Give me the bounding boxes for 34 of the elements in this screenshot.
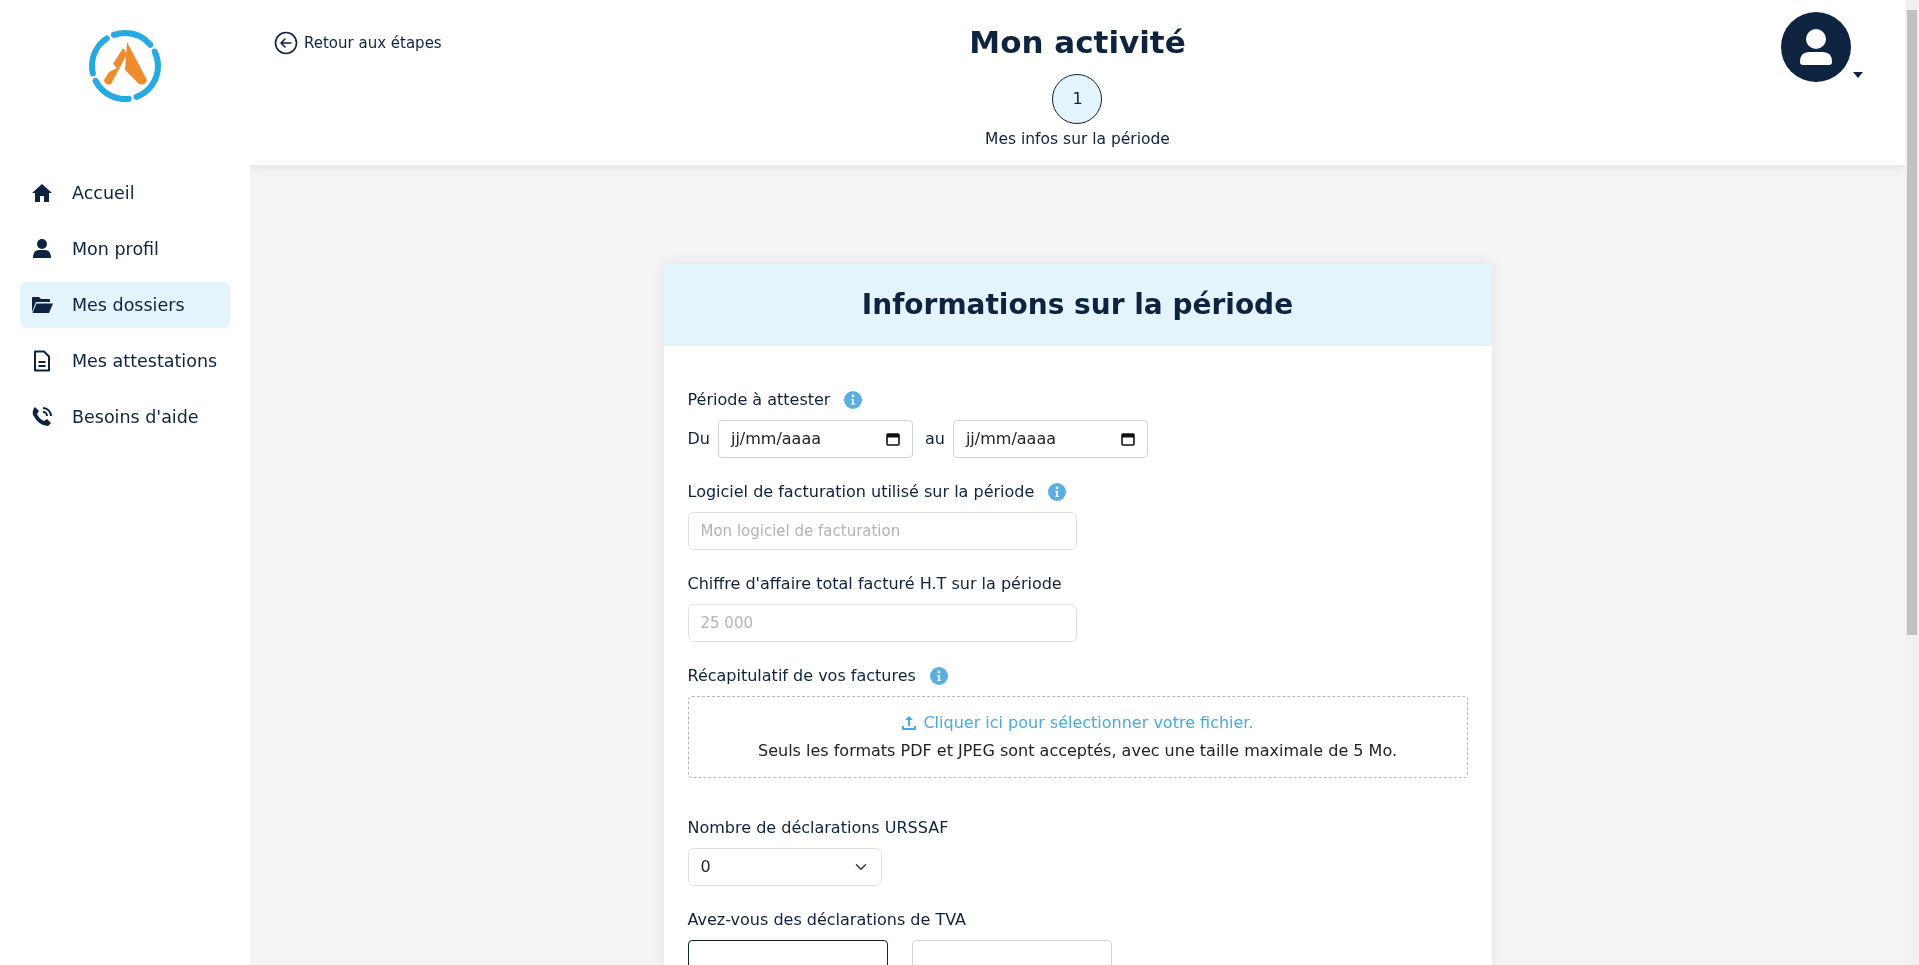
user-icon bbox=[30, 237, 54, 261]
field-label: Nombre de déclarations URSSAF bbox=[687, 817, 949, 839]
caret-icon[interactable] bbox=[1853, 72, 1863, 78]
text-input[interactable]: Mon logiciel de facturation bbox=[687, 512, 1077, 550]
to-label: au bbox=[924, 428, 945, 450]
upload-icon bbox=[901, 715, 918, 731]
calendar-icon bbox=[885, 432, 900, 446]
field-label: Avez-vous des déclarations de TVA bbox=[687, 909, 967, 931]
upload-dropzone[interactable]: Cliquer ici pour sélectionner votre fichier. Seuls les formats PDF et JPEG sont acceptés, avec une taille maximale de 5 Mo. bbox=[687, 696, 1468, 778]
count-select[interactable]: 0 bbox=[687, 848, 882, 886]
date-field[interactable]: jj/mm/aaaa bbox=[717, 420, 913, 458]
upload-hint: Seuls les formats PDF et JPEG sont acceptés, avec une taille maximale de 5 Mo. bbox=[758, 740, 1397, 762]
field-label: Chiffre d'affaire total facturé H.T sur la période bbox=[687, 573, 1062, 595]
phone-icon bbox=[30, 405, 54, 429]
form-title: Informations sur la période bbox=[861, 288, 1294, 322]
sidebar-item[interactable]: Mes dossiers bbox=[20, 282, 230, 328]
back-link[interactable]: Retour aux étapes bbox=[274, 31, 442, 55]
page-title: Mon activité bbox=[969, 24, 1186, 62]
field-label: Récapitulatif de vos factures bbox=[687, 665, 916, 687]
scrollbar-thumb[interactable] bbox=[1907, 10, 1917, 635]
sidebar-item[interactable]: Mon profil bbox=[20, 226, 230, 272]
sidebar-item[interactable]: Mes attestations bbox=[20, 338, 230, 384]
step-label: Mes infos sur la période bbox=[985, 129, 1170, 151]
text-input[interactable]: 25 000 bbox=[687, 604, 1077, 642]
field-label: Logiciel de facturation utilisé sur la période bbox=[687, 481, 1035, 503]
calendar-icon bbox=[1120, 432, 1135, 446]
sidebar-item[interactable]: Besoins d'aide bbox=[20, 394, 230, 440]
sidebar-item[interactable]: Accueil bbox=[20, 170, 230, 216]
avatar-icon[interactable] bbox=[1781, 12, 1851, 82]
from-label: Du bbox=[687, 428, 710, 450]
field-label: Période à attester bbox=[687, 389, 831, 411]
date-field[interactable]: jj/mm/aaaa bbox=[952, 420, 1148, 458]
home-icon bbox=[30, 181, 54, 205]
step-number[interactable]: 1 bbox=[1052, 74, 1103, 125]
